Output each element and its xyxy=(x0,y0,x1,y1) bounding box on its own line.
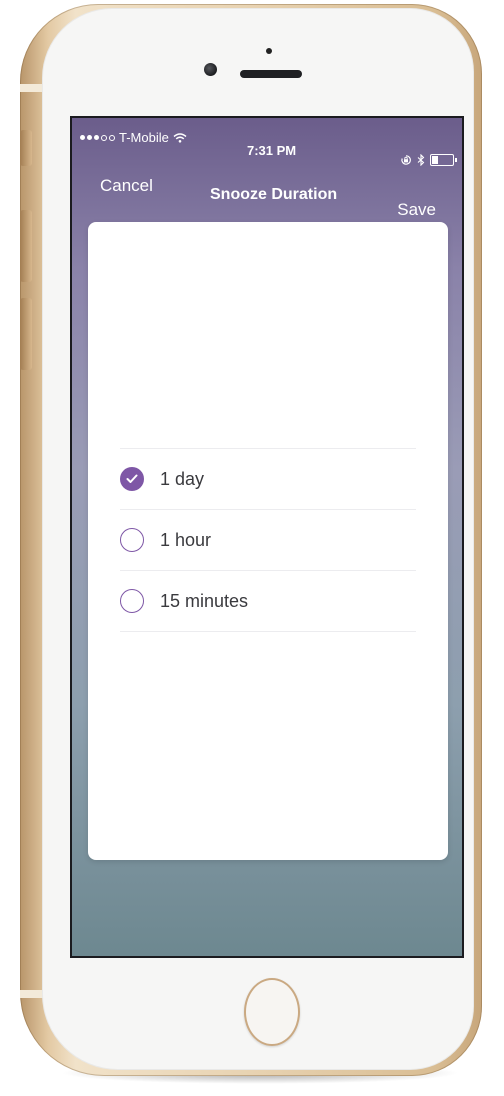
rotation-lock-icon xyxy=(401,155,411,165)
signal-dot xyxy=(101,134,107,141)
radio-unchecked-icon[interactable] xyxy=(120,528,144,552)
cancel-button[interactable]: Cancel xyxy=(100,176,153,196)
checkmark-icon xyxy=(126,474,138,483)
option-1-day[interactable]: 1 day xyxy=(120,449,416,509)
mute-switch xyxy=(20,130,32,166)
battery-level xyxy=(432,156,438,164)
battery-icon xyxy=(430,154,457,166)
list-divider xyxy=(120,631,416,632)
signal-dot xyxy=(80,135,85,140)
options-card: 1 day 1 hour 15 minutes xyxy=(88,222,448,860)
carrier-name: T-Mobile xyxy=(119,130,169,145)
bluetooth-icon xyxy=(417,154,425,166)
save-button[interactable]: Save xyxy=(397,200,436,220)
volume-down-button xyxy=(20,298,32,370)
proximity-sensor xyxy=(266,48,272,54)
screen: T-Mobile 7:31 PM Cancel Snooze Duration … xyxy=(70,116,464,958)
signal-dot xyxy=(94,135,99,140)
option-label: 1 hour xyxy=(160,529,212,550)
front-camera-icon xyxy=(204,63,217,76)
wifi-icon xyxy=(173,132,187,143)
volume-up-button xyxy=(20,210,32,282)
page-title: Snooze Duration xyxy=(210,186,338,203)
option-15-minutes[interactable]: 15 minutes xyxy=(120,571,416,631)
device-mockup: T-Mobile 7:31 PM Cancel Snooze Duration … xyxy=(0,0,504,1096)
navigation-bar: Cancel Snooze Duration Save xyxy=(72,170,462,220)
radio-checked-icon[interactable] xyxy=(120,467,144,491)
signal-dot xyxy=(87,135,92,140)
signal-dot xyxy=(109,134,115,141)
status-bar: T-Mobile 7:31 PM xyxy=(72,118,462,166)
radio-unchecked-icon[interactable] xyxy=(120,589,144,613)
earpiece-speaker xyxy=(240,70,302,78)
home-button[interactable] xyxy=(244,978,300,1046)
snooze-options-list: 1 day 1 hour 15 minutes xyxy=(120,448,416,632)
option-1-hour[interactable]: 1 hour xyxy=(120,510,416,570)
signal-strength-icon xyxy=(80,134,115,141)
status-time: 7:31 PM xyxy=(247,143,297,158)
option-label: 1 day xyxy=(160,468,205,489)
status-icons xyxy=(400,154,457,166)
option-label: 15 minutes xyxy=(160,590,249,611)
carrier-group: T-Mobile xyxy=(80,130,187,145)
